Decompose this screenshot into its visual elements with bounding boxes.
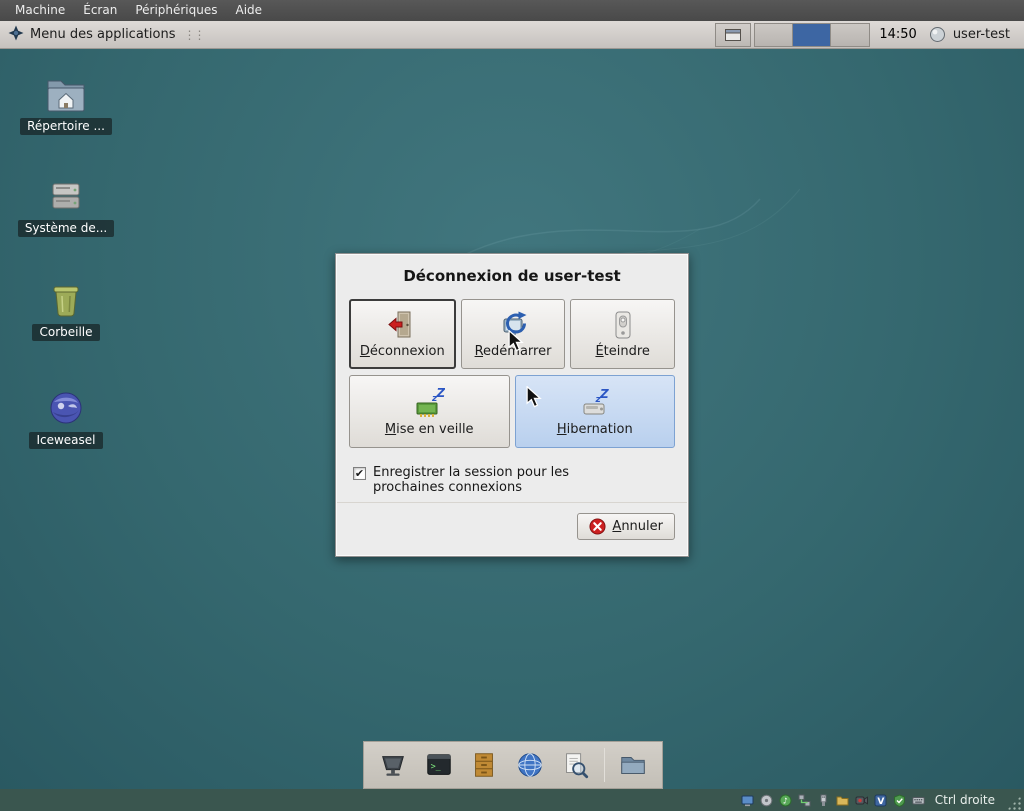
suspend-button-label: Mise en veille	[385, 422, 474, 437]
desktop-panel: Menu des applications ⋮⋮ 14:50 user-test	[0, 21, 1024, 49]
iceweasel-browser-icon	[44, 388, 88, 428]
desktop-icon-filesystem[interactable]: Système de...	[20, 176, 112, 237]
workspace-3[interactable]	[831, 24, 869, 46]
svg-text:>_: >_	[430, 761, 441, 771]
network-icon[interactable]	[798, 793, 812, 807]
workspace-switcher	[754, 23, 870, 47]
dialog-button-row-2: z Z Mise en veille z Z Hibernation	[349, 375, 675, 448]
dock-terminal[interactable]: >_	[422, 748, 456, 782]
logout-button-label: Déconnexion	[360, 344, 445, 359]
hibernate-button[interactable]: z Z Hibernation	[515, 375, 676, 448]
panel-handle[interactable]: ⋮⋮	[181, 28, 205, 42]
usb-icon[interactable]	[817, 793, 831, 807]
svg-text:Z: Z	[436, 387, 446, 400]
dock-separator	[604, 748, 605, 782]
workspace-2-active[interactable]	[793, 24, 831, 46]
window-icon	[725, 29, 741, 41]
file-cabinet-icon	[469, 750, 499, 780]
desktop-icon-home[interactable]: Répertoire ...	[20, 74, 112, 135]
panel-right-area: 14:50 user-test	[715, 21, 1024, 48]
dock-file-cabinet[interactable]	[467, 748, 501, 782]
virtualbox-window: Machine Écran Périphériques Aide Menu de…	[0, 0, 1024, 811]
optical-disc-icon[interactable]	[760, 793, 774, 807]
applications-menu[interactable]: Menu des applications ⋮⋮	[0, 25, 205, 45]
hibernate-icon: z Z	[579, 387, 611, 419]
vm-menubar: Machine Écran Périphériques Aide	[0, 0, 1024, 21]
restart-button-label: Redémarrer	[475, 344, 552, 359]
dock-web-browser[interactable]	[513, 748, 547, 782]
hibernate-button-label: Hibernation	[557, 422, 633, 437]
clock[interactable]: 14:50	[870, 27, 925, 42]
save-session-checkbox[interactable]: ✔	[353, 467, 366, 480]
desktop-icon-trash[interactable]: Corbeille	[20, 280, 112, 341]
shutdown-icon	[607, 309, 639, 341]
session-menu-icon[interactable]	[926, 26, 949, 43]
cancel-icon	[589, 518, 606, 535]
video-capture-icon[interactable]	[855, 793, 869, 807]
host-key-label: Ctrl droite	[931, 793, 1001, 807]
desktop-icon-label: Iceweasel	[29, 432, 102, 449]
display-icon[interactable]	[741, 793, 755, 807]
web-browser-icon	[515, 750, 545, 780]
suspend-icon: z Z	[413, 387, 445, 419]
logout-button[interactable]: Déconnexion	[349, 299, 456, 369]
vm-statusbar: ♪ V Ctrl droite	[0, 789, 1024, 811]
save-session-row: ✔ Enregistrer la session pour les procha…	[353, 465, 675, 496]
logout-dialog: Déconnexion de user-test Déconnexion	[335, 253, 689, 557]
logout-icon	[386, 309, 418, 341]
dock-file-manager[interactable]	[616, 748, 650, 782]
desktop-icon-label: Répertoire ...	[20, 118, 112, 135]
workspace-1[interactable]	[755, 24, 793, 46]
dialog-separator	[337, 502, 687, 503]
presentation-icon	[378, 750, 408, 780]
filesystem-icon	[44, 176, 88, 216]
restart-icon	[497, 309, 529, 341]
home-folder-icon	[44, 74, 88, 114]
svg-text:♪: ♪	[783, 796, 788, 805]
applications-menu-label: Menu des applications	[30, 27, 175, 42]
menu-machine[interactable]: Machine	[6, 0, 74, 21]
file-manager-icon	[618, 750, 648, 780]
shutdown-button[interactable]: Éteindre	[570, 299, 675, 369]
desktop-icon-label: Système de...	[18, 220, 114, 237]
desktop-icon-iceweasel[interactable]: Iceweasel	[20, 388, 112, 449]
svg-text:V: V	[878, 797, 885, 807]
keyboard-icon[interactable]	[912, 793, 926, 807]
document-search-icon	[560, 750, 590, 780]
dock: >_	[363, 741, 663, 789]
save-session-label[interactable]: Enregistrer la session pour les prochain…	[373, 465, 569, 496]
restart-button[interactable]: Redémarrer	[461, 299, 566, 369]
window-list-button[interactable]	[715, 23, 751, 47]
menu-aide[interactable]: Aide	[227, 0, 272, 21]
shutdown-button-label: Éteindre	[595, 344, 649, 359]
menu-peripheriques[interactable]: Périphériques	[126, 0, 226, 21]
terminal-icon: >_	[424, 750, 454, 780]
cancel-button-label: Annuler	[612, 519, 663, 534]
cancel-button[interactable]: Annuler	[577, 513, 675, 540]
audio-icon[interactable]: ♪	[779, 793, 793, 807]
desktop-icon-label: Corbeille	[32, 324, 99, 341]
applications-menu-icon	[8, 25, 24, 45]
svg-text:Z: Z	[599, 387, 609, 401]
dialog-button-row-1: Déconnexion Redémarrer	[349, 299, 675, 369]
dock-presentation[interactable]	[376, 748, 410, 782]
trash-icon	[44, 280, 88, 320]
features-icon[interactable]	[893, 793, 907, 807]
resize-grip[interactable]	[1006, 795, 1022, 811]
virtualization-icon[interactable]: V	[874, 793, 888, 807]
shared-folders-icon[interactable]	[836, 793, 850, 807]
menu-ecran[interactable]: Écran	[74, 0, 126, 21]
dock-document-search[interactable]	[558, 748, 592, 782]
dialog-title: Déconnexion de user-test	[336, 267, 688, 285]
username-label[interactable]: user-test	[949, 27, 1018, 42]
suspend-button[interactable]: z Z Mise en veille	[349, 375, 510, 448]
